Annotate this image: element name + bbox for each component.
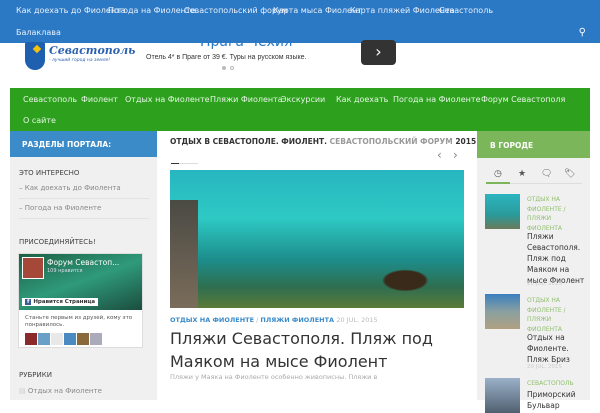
coat-of-arms-icon	[25, 42, 45, 70]
post-category[interactable]: ПЛЯЖИ ФИОЛЕНТА	[260, 316, 334, 324]
slider-prev-button[interactable]: ‹	[437, 148, 442, 162]
sidebar-link[interactable]: – Погода на Фиоленте	[19, 204, 101, 212]
mainnav-item[interactable]: Отдых на Фиоленте	[125, 95, 210, 104]
like-label: Нравится Страница	[33, 299, 96, 305]
post-category[interactable]: ОТДЫХ НА ФИОЛЕНТЕ / ПЛЯЖИ ФИОЛЕНТА	[527, 296, 582, 334]
mainnav-item[interactable]: Фиолент	[81, 95, 118, 104]
topnav-item[interactable]: Балаклава	[16, 28, 61, 37]
tab-underline	[486, 182, 582, 184]
mainnav-item[interactable]: Экскурсии	[281, 95, 325, 104]
divider	[19, 218, 149, 219]
rubric-label: Отдых на Фиоленте	[27, 387, 102, 395]
left-sidebar-header: РАЗДЕЛЫ ПОРТАЛА:	[10, 131, 157, 157]
post-title[interactable]: Пляжи Севастополя. Пляж под Маяком на мы…	[527, 231, 587, 286]
post-title[interactable]: Отдых на Фиоленте. Пляж Бриз	[527, 332, 587, 365]
post-date: 20 JUL, 2015	[527, 281, 562, 287]
post-meta: ОТДЫХ НА ФИОЛЕНТЕ / ПЛЯЖИ ФИОЛЕНТА 20 JU…	[170, 316, 378, 324]
topnav-item[interactable]: Погода на Фиоленте	[108, 6, 196, 15]
ad-title[interactable]: Прага Чехия	[200, 34, 292, 50]
logo-title: Севастополь	[49, 44, 136, 57]
center-header: ОТДЫХ В СЕВАСТОПОЛЕ. ФИОЛЕНТ. СЕВАСТОПОЛ…	[170, 137, 476, 146]
comments-tab-chat-icon[interactable]: 🗨	[541, 169, 552, 179]
search-icon[interactable]: ⚲	[579, 27, 586, 38]
post-category[interactable]: ОТДЫХ НА ФИОЛЕНТЕ	[170, 316, 254, 324]
post-category[interactable]: ОТДЫХ НА ФИОЛЕНТЕ / ПЛЯЖИ ФИОЛЕНТА	[527, 195, 582, 233]
ad-dot[interactable]	[222, 66, 226, 70]
site-logo[interactable]: Севастополь - лучший город на земле!	[22, 40, 142, 76]
facebook-like-count: 109 нравится	[47, 268, 83, 274]
logo-slogan: - лучший город на земле!	[49, 58, 111, 63]
mainnav-item[interactable]: Пляжи Фиолента	[210, 95, 283, 104]
left-sidebar: РАЗДЕЛЫ ПОРТАЛА: ЭТО ИНТЕРЕСНО – Как дое…	[10, 131, 157, 400]
friend-avatar[interactable]	[51, 333, 63, 345]
post-date: 20 JUL, 2015	[336, 316, 378, 324]
popular-tab-star-icon[interactable]: ★	[518, 169, 526, 179]
header-bold: ОТДЫХ В СЕВАСТОПОЛЕ. ФИОЛЕНТ.	[170, 137, 327, 146]
topnav-item[interactable]: Карта мыса Фиолент	[273, 6, 362, 15]
facebook-page-avatar[interactable]	[22, 257, 44, 279]
friend-avatar[interactable]	[77, 333, 89, 345]
right-sidebar-header: В ГОРОДЕ	[477, 131, 590, 158]
friend-avatar[interactable]	[25, 333, 37, 345]
divider	[19, 198, 149, 199]
mainnav-item[interactable]: Как доехать	[336, 95, 388, 104]
facebook-text: Станьте первым из друзей, кому это понра…	[25, 315, 133, 328]
friend-avatar[interactable]	[64, 333, 76, 345]
folder-icon: ▤	[19, 387, 26, 395]
tags-tab-tag-icon[interactable]: 🏷	[564, 169, 575, 179]
facebook-like-button[interactable]: f Нравится Страница	[22, 298, 99, 306]
facebook-page-widget: Форум Севастоп... 109 нравится f Нравитс…	[18, 253, 143, 348]
facebook-page-name[interactable]: Форум Севастоп...	[47, 258, 119, 267]
widget-title: РУБРИКИ	[19, 371, 52, 379]
topnav-item[interactable]: Севастополь	[439, 6, 493, 15]
post-thumbnail[interactable]	[485, 378, 520, 413]
slider-progress	[171, 163, 198, 164]
header-year: 2015	[455, 137, 477, 146]
post-thumbnail[interactable]	[485, 294, 520, 329]
post-title[interactable]: Приморский Бульвар	[527, 389, 587, 411]
recent-tab-clock-icon[interactable]: ◷	[494, 169, 502, 179]
post-date: 20 JUL, 2015	[527, 364, 562, 370]
rubric-link[interactable]: ▤ Отдых на Фиоленте	[19, 387, 102, 395]
mainnav-item[interactable]: О сайте	[23, 116, 56, 125]
right-sidebar: В ГОРОДЕ ◷ ★ 🗨 🏷 ОТДЫХ НА ФИОЛЕНТЕ / ПЛЯ…	[477, 131, 590, 413]
ad-dot[interactable]	[230, 66, 234, 70]
post-featured-image[interactable]	[170, 170, 464, 308]
mainnav-item[interactable]: Форум Севастополя	[481, 95, 565, 104]
facebook-icon: f	[25, 299, 32, 305]
friend-avatar[interactable]	[90, 333, 102, 345]
sidebar-link[interactable]: – Как доехать до Фиолента	[19, 184, 121, 192]
widget-title: ЭТО ИНТЕРЕСНО	[19, 169, 80, 177]
slider-next-button[interactable]: ›	[453, 148, 458, 162]
mainnav-item[interactable]: Севастополь	[23, 95, 77, 104]
post-excerpt: Пляжи у Маяка на Фиоленте особенно живоп…	[170, 373, 378, 381]
ad-text: Отель 4* в Праге от 39 €. Туры на русско…	[146, 54, 307, 61]
header-gray: СЕВАСТОПОЛЬСКИЙ ФОРУМ	[329, 137, 453, 146]
main-navbar: Севастополь Фиолент Отдых на Фиоленте Пл…	[10, 88, 590, 131]
widget-title: ПРИСОЕДИНЯЙТЕСЬ!	[19, 238, 96, 246]
top-navbar: Как доехать до Фиолента Погода на Фиолен…	[0, 0, 600, 43]
post-title[interactable]: Пляжи Севастополя. Пляж под Маяком на мы…	[170, 327, 470, 373]
mainnav-item[interactable]: Погода на Фиоленте	[393, 95, 481, 104]
friend-avatar[interactable]	[38, 333, 50, 345]
post-category[interactable]: СЕВАСТОПОЛЬ	[527, 379, 582, 389]
ad-next-button[interactable]: ›	[361, 40, 396, 65]
post-thumbnail[interactable]	[485, 194, 520, 229]
